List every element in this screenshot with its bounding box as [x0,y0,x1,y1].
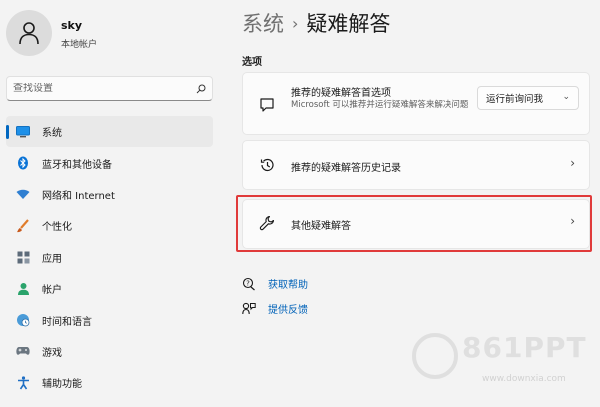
sidebar-item-accounts[interactable]: 帐户 [6,273,213,304]
wrench-icon [259,215,275,235]
sidebar-item-apps[interactable]: 应用 [6,242,213,273]
paintbrush-icon [16,219,30,233]
troubleshoot-preferences-card: 推荐的疑难解答首选项 Microsoft 可以推荐并运行疑难解答来解决问题 运行… [242,72,590,135]
svg-text:?: ? [246,279,250,287]
sidebar-item-label: 个性化 [42,222,72,234]
link-label: 提供反馈 [268,305,308,316]
section-label: 选项 [242,57,262,68]
sidebar-item-label: 游戏 [42,347,62,359]
bluetooth-icon [16,156,30,170]
wifi-icon [16,187,30,201]
breadcrumb: 系统 › 疑难解答 [242,8,390,38]
account-type: 本地帐户 [61,40,98,50]
sidebar-item-gaming[interactable]: 游戏 [6,336,213,367]
sidebar-item-system[interactable]: 系统 [6,116,213,148]
user-profile[interactable]: sky 本地帐户 [6,10,221,58]
troubleshoot-history-card[interactable]: 推荐的疑难解答历史记录 › [242,140,590,190]
chat-bubble-icon [259,97,275,117]
sidebar-nav: 系统 蓝牙和其他设备 网络和 Internet 个性化 应用 帐户 时间和语言 … [6,116,213,399]
chevron-right-icon: › [570,214,575,228]
sidebar-item-personalization[interactable]: 个性化 [6,210,213,241]
card-title: 推荐的疑难解答首选项 [291,88,391,99]
user-name: sky [61,19,83,32]
chevron-right-icon: › [570,156,575,170]
sidebar-item-label: 时间和语言 [42,316,92,328]
apps-icon [16,250,30,264]
watermark-logo [412,333,458,379]
watermark-brand: 861PPT [462,331,587,364]
sidebar-item-label: 系统 [42,128,62,140]
card-title: 推荐的疑难解答历史记录 [291,163,401,174]
search-icon[interactable] [196,84,206,94]
display-icon [16,125,30,139]
sidebar-item-bluetooth[interactable]: 蓝牙和其他设备 [6,147,213,178]
breadcrumb-parent[interactable]: 系统 [242,12,284,36]
feedback-icon [242,302,256,316]
person-icon [19,22,39,45]
watermark: 861PPT www.downxia.com [412,325,592,395]
chevron-down-icon: ⌄ [562,92,570,102]
page-title: 疑难解答 [306,12,391,36]
search-input[interactable] [13,83,196,94]
sidebar-item-accessibility[interactable]: 辅助功能 [6,367,213,398]
breadcrumb-separator: › [292,14,299,33]
sidebar-item-time-language[interactable]: 时间和语言 [6,304,213,335]
link-label: 获取帮助 [268,280,308,291]
sidebar-item-label: 网络和 Internet [42,190,115,202]
card-title: 其他疑难解答 [291,221,351,232]
sidebar-item-label: 帐户 [42,285,62,297]
dropdown-value: 运行前询问我 [486,94,544,105]
sidebar-item-label: 辅助功能 [42,379,82,391]
avatar [6,10,52,56]
sidebar: sky 本地帐户 系统 蓝牙和其他设备 网络和 Internet [0,0,224,407]
help-icon: ? [242,277,256,291]
give-feedback-link[interactable]: 提供反馈 [242,301,308,316]
search-box[interactable] [6,76,213,101]
get-help-link[interactable]: ? 获取帮助 [242,276,308,291]
card-description: Microsoft 可以推荐并运行疑难解答来解决问题 [291,100,469,110]
sidebar-item-label: 应用 [42,253,62,265]
gamepad-icon [16,344,30,358]
sidebar-item-network[interactable]: 网络和 Internet [6,179,213,210]
other-troubleshooters-card[interactable]: 其他疑难解答 › [242,199,590,249]
watermark-site: www.downxia.com [482,374,566,384]
troubleshoot-preference-dropdown[interactable]: 运行前询问我 ⌄ [477,86,579,110]
sidebar-item-label: 蓝牙和其他设备 [42,159,112,171]
history-icon [259,157,275,177]
accessibility-icon [16,376,30,390]
person-icon [16,282,30,296]
globe-clock-icon [16,313,30,327]
